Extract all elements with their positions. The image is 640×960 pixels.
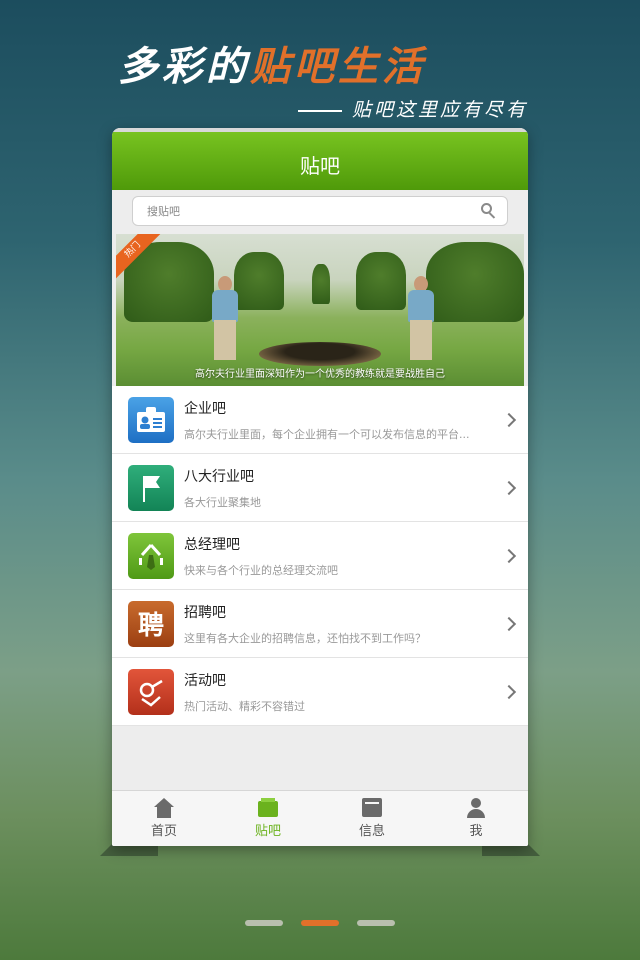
tree-cluster-mid-right (356, 252, 406, 310)
list-item-industries[interactable]: 八大行业吧 各大行业聚集地 (112, 454, 528, 522)
subline-text: 贴吧这里应有尽有 (351, 99, 528, 121)
chevron-right-icon (501, 548, 517, 563)
item-desc: 热门活动、精彩不容错过 (184, 699, 305, 713)
headline: 多彩的贴吧生活 (118, 34, 426, 92)
tab-label: 首页 (150, 824, 177, 839)
item-title: 八大行业吧 (184, 468, 254, 485)
chevron-right-icon (501, 684, 517, 699)
item-title: 企业吧 (184, 400, 226, 417)
tab-forum[interactable]: 贴吧 (216, 791, 320, 846)
page-dot-3[interactable] (357, 920, 395, 926)
tab-home[interactable]: 首页 (112, 791, 216, 846)
subline: 贴吧这里应有尽有 (297, 95, 528, 122)
forum-list: 企业吧 高尔夫行业里面，每个企业拥有一个可以发布信息的平台... 八大行业吧 各… (112, 386, 528, 726)
recruit-icon: 聘 (128, 600, 174, 647)
headline-accent: 贴吧生活 (250, 43, 426, 90)
bottom-tab-bar: 首页 贴吧 信息 我 (112, 790, 528, 846)
tab-label: 我 (469, 824, 483, 839)
id-card-icon (128, 396, 174, 443)
dash-divider (297, 110, 342, 112)
banner-caption: 高尔夫行业里面深知作为一个优秀的教练就是要战胜自己 (195, 369, 445, 380)
info-icon (361, 798, 383, 818)
hero-banner[interactable]: 热门 高尔夫行业里面深知作为一个优秀的教练就是要战胜自己 (116, 234, 524, 386)
tab-me[interactable]: 我 (424, 791, 528, 846)
list-item-enterprise[interactable]: 企业吧 高尔夫行业里面，每个企业拥有一个可以发布信息的平台... (112, 386, 528, 454)
search-icon[interactable] (481, 203, 497, 219)
search-input[interactable] (147, 204, 481, 218)
tab-label: 贴吧 (254, 824, 281, 839)
home-icon (153, 798, 175, 818)
item-title: 活动吧 (184, 672, 226, 689)
list-item-manager[interactable]: 总经理吧 快来与各个行业的总经理交流吧 (112, 522, 528, 590)
search-bar (112, 190, 528, 234)
chevron-right-icon (501, 412, 517, 427)
tab-info[interactable]: 信息 (320, 791, 424, 846)
tree-cluster-right (426, 242, 524, 322)
golfer-figure-left (208, 276, 242, 360)
phone-frame: 贴吧 热门 高尔夫行业里面深知作为一个优秀的教练就是要战胜自己 企业吧 高尔夫行… (112, 128, 528, 846)
activity-icon (128, 668, 174, 715)
tree-center (312, 264, 330, 304)
recruit-glyph: 聘 (137, 611, 164, 641)
list-item-activity[interactable]: 活动吧 热门活动、精彩不容错过 (112, 658, 528, 726)
chevron-right-icon (501, 616, 517, 631)
tab-label: 信息 (358, 824, 385, 839)
list-item-recruit[interactable]: 聘 招聘吧 这里有各大企业的招聘信息，还怕找不到工作吗？ (112, 590, 528, 658)
page-indicator (0, 920, 640, 926)
page-dot-1[interactable] (245, 920, 283, 926)
page-dot-2-active[interactable] (301, 920, 339, 926)
manager-icon (128, 532, 174, 579)
item-desc: 快来与各个行业的总经理交流吧 (184, 563, 338, 577)
item-title: 总经理吧 (184, 536, 240, 553)
flag-icon (128, 464, 174, 511)
item-desc: 各大行业聚集地 (184, 495, 261, 509)
search-box[interactable] (132, 196, 508, 226)
golf-hole (259, 342, 381, 366)
item-desc: 高尔夫行业里面，每个企业拥有一个可以发布信息的平台... (184, 427, 470, 441)
forum-icon (257, 798, 279, 818)
golfer-figure-right (404, 276, 438, 360)
chevron-right-icon (501, 480, 517, 495)
item-desc: 这里有各大企业的招聘信息，还怕找不到工作吗？ (184, 631, 426, 645)
user-icon (465, 798, 487, 818)
item-title: 招聘吧 (184, 604, 226, 621)
nav-title: 贴吧 (112, 128, 528, 190)
headline-plain: 多彩的 (118, 43, 250, 90)
